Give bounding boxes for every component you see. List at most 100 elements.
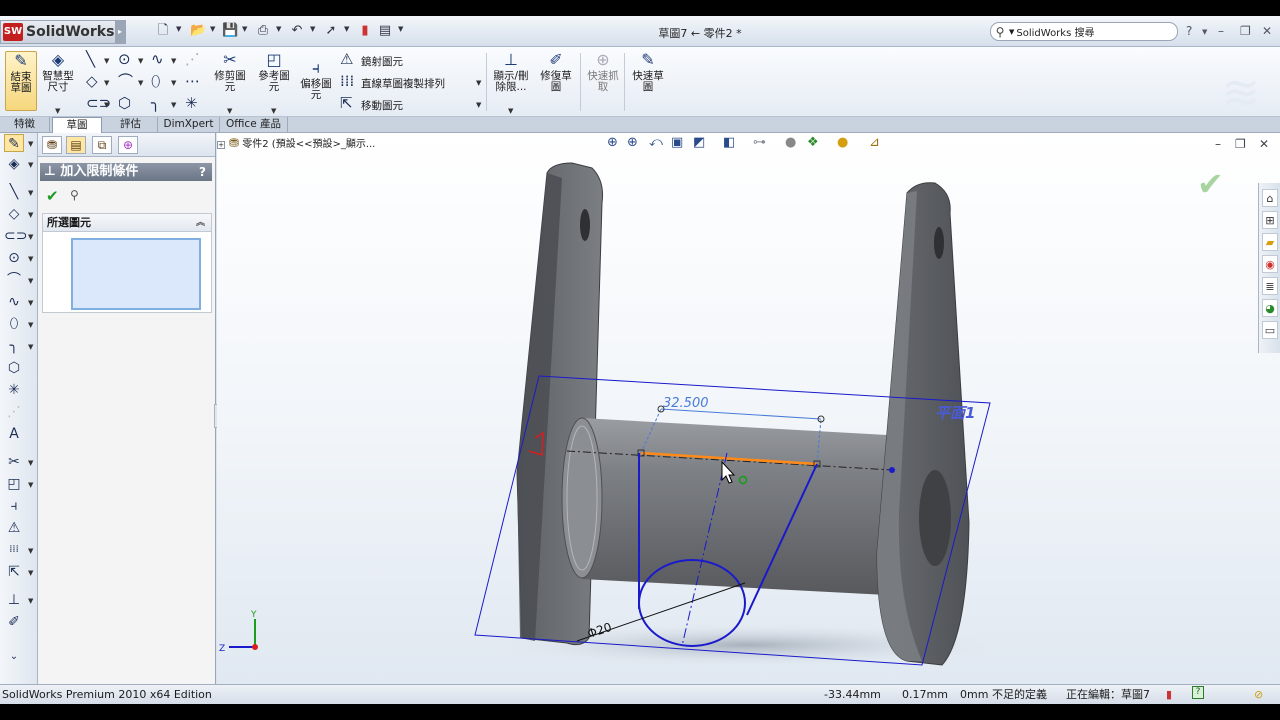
- offset-entities-button[interactable]: ⫞ 偏移圖 元: [298, 59, 334, 101]
- custom-properties-icon[interactable]: ▭: [1262, 321, 1278, 339]
- fillet-dropdown-icon[interactable]: ▼: [171, 101, 176, 109]
- previous-view-icon[interactable]: ⤺: [649, 135, 663, 150]
- slot-dropdown-icon[interactable]: ▼: [104, 101, 109, 109]
- view-orientation-icon[interactable]: ◩: [693, 135, 705, 150]
- viewport-close-icon[interactable]: ✕: [1259, 137, 1269, 151]
- help-button[interactable]: ?: [1186, 24, 1192, 38]
- section-view-icon[interactable]: ▣: [671, 135, 683, 150]
- file-explorer-icon[interactable]: ▰: [1262, 233, 1278, 251]
- feature-tree-flyout[interactable]: + ⛃ 零件2 (預設<<預設>_顯示...: [217, 135, 375, 150]
- help-dropdown-icon[interactable]: ▼: [1202, 28, 1207, 36]
- move-entities-icon[interactable]: ⇱: [340, 95, 353, 111]
- rapid-sketch-button[interactable]: ✎ 快速草 圖: [627, 51, 669, 93]
- search-dropdown-icon[interactable]: ▼: [1009, 28, 1014, 36]
- display-delete-relations-button[interactable]: ⊥ 顯示/刪 除限...: [490, 51, 532, 93]
- circle-icon[interactable]: ⊙: [118, 51, 131, 67]
- selected-entities-header[interactable]: 所選圖元 ︽: [43, 214, 211, 232]
- offset-entities-icon[interactable]: ⫞: [4, 497, 24, 515]
- circle-icon[interactable]: ⊙: [4, 249, 24, 267]
- convert-dropdown-icon[interactable]: ▼: [28, 481, 33, 489]
- appearances-icon[interactable]: ◕: [1262, 299, 1278, 317]
- hide-show-items-icon[interactable]: ⊶: [753, 135, 766, 150]
- search-results-icon[interactable]: ≣: [1262, 277, 1278, 295]
- rectangle-icon[interactable]: ◇: [86, 73, 98, 89]
- restore-button[interactable]: ❐: [1240, 24, 1251, 38]
- expand-icon[interactable]: +: [217, 141, 225, 149]
- arc-icon[interactable]: ⌒: [4, 271, 24, 289]
- tab-features[interactable]: 特徵: [0, 117, 50, 133]
- point-grid-icon[interactable]: ⋰: [185, 51, 200, 67]
- fillet-icon[interactable]: ╮: [151, 95, 160, 111]
- ellipse-dropdown-icon[interactable]: ▼: [28, 321, 33, 329]
- right-bracket-plate[interactable]: [876, 182, 970, 666]
- spline-dropdown-icon[interactable]: ▼: [28, 299, 33, 307]
- model-viewport[interactable]: 32.500 Φ20 平面1 Y Z: [217, 133, 1280, 684]
- viewport-restore-icon[interactable]: ❐: [1235, 137, 1246, 151]
- mirror-entities-button[interactable]: 鏡射圖元: [361, 54, 403, 69]
- dimxpert-manager-tab-icon[interactable]: ⊕: [118, 136, 138, 154]
- line-icon[interactable]: ╲: [4, 183, 24, 201]
- configuration-manager-tab-icon[interactable]: ⧉: [92, 136, 112, 154]
- convert-dropdown-icon[interactable]: ▼: [271, 107, 276, 115]
- rectangle-dropdown-icon[interactable]: ▼: [28, 211, 33, 219]
- relations-dropdown-icon[interactable]: ▼: [508, 107, 513, 115]
- quick-snaps-button[interactable]: ⊕ 快速抓 取: [583, 51, 623, 93]
- sketch-dropdown-icon[interactable]: ▼: [28, 140, 33, 148]
- zoom-to-area-icon[interactable]: ⊕: [627, 135, 638, 150]
- close-button[interactable]: ✕: [1262, 24, 1272, 38]
- repair-sketch-icon[interactable]: ✐: [4, 613, 24, 631]
- ellipse-icon[interactable]: ⬯: [151, 73, 160, 89]
- ellipse-icon[interactable]: ⬯: [4, 315, 24, 333]
- viewport-minimize-icon[interactable]: –: [1215, 137, 1221, 151]
- minimize-button[interactable]: –: [1218, 24, 1224, 38]
- confirmation-corner-ok-icon[interactable]: ✔: [1197, 165, 1224, 203]
- spline-icon[interactable]: ∿: [151, 51, 164, 67]
- line-dropdown-icon[interactable]: ▼: [28, 189, 33, 197]
- line-dropdown-icon[interactable]: ▼: [104, 57, 109, 65]
- centerline-icon[interactable]: ⋯: [185, 73, 200, 89]
- move-entities-dropdown-icon[interactable]: ▼: [476, 101, 481, 109]
- feature-manager-tab-icon[interactable]: ⛃: [42, 136, 62, 154]
- centerline-endpoint[interactable]: [889, 467, 895, 473]
- relations-icon[interactable]: ⊥: [4, 591, 24, 609]
- search-placeholder[interactable]: SolidWorks 搜尋: [1016, 24, 1094, 39]
- slot-dropdown-icon[interactable]: ▼: [28, 233, 33, 241]
- linear-pattern-icon[interactable]: ⁞⁞⁞: [4, 541, 24, 559]
- apply-scene-icon[interactable]: ❖: [807, 135, 819, 150]
- tab-sketch[interactable]: 草圖: [52, 117, 102, 134]
- spline-icon[interactable]: ∿: [4, 293, 24, 311]
- move-entities-icon[interactable]: ⇱: [4, 563, 24, 581]
- plane-label[interactable]: 平面1: [935, 404, 975, 422]
- sketch-toggle-icon[interactable]: ⊿: [869, 135, 880, 150]
- rectangle-dropdown-icon[interactable]: ▼: [104, 79, 109, 87]
- arc-icon[interactable]: ⌒: [118, 73, 133, 89]
- exit-sketch-button[interactable]: ✎ 結束 草圖: [5, 51, 37, 111]
- mirror-entities-icon[interactable]: ⚠: [4, 519, 24, 537]
- edit-appearance-icon[interactable]: ●: [785, 135, 796, 150]
- arc-dropdown-icon[interactable]: ▼: [28, 277, 33, 285]
- view-palette-icon[interactable]: ◉: [1262, 255, 1278, 273]
- line-icon[interactable]: ╲: [86, 51, 95, 67]
- grid-icon[interactable]: ⋰: [4, 403, 24, 421]
- trim-entities-icon[interactable]: ✂: [4, 453, 24, 471]
- tab-office-products[interactable]: Office 產品: [220, 117, 288, 133]
- trim-dropdown-icon[interactable]: ▼: [227, 107, 232, 115]
- feature-tree-root[interactable]: 零件2 (預設<<預設>_顯示...: [242, 139, 375, 150]
- design-library-icon[interactable]: ⊞: [1262, 211, 1278, 229]
- mirror-entities-icon[interactable]: ⚠: [340, 51, 353, 67]
- move-dropdown-icon[interactable]: ▼: [28, 569, 33, 577]
- rectangle-icon[interactable]: ◇: [4, 205, 24, 223]
- arc-dropdown-icon[interactable]: ▼: [138, 79, 143, 87]
- circle-dropdown-icon[interactable]: ▼: [28, 255, 33, 263]
- trim-dropdown-icon[interactable]: ▼: [28, 459, 33, 467]
- polygon-icon[interactable]: ⬡: [4, 359, 24, 377]
- move-entities-button[interactable]: 移動圖元: [361, 98, 403, 113]
- sketch-icon[interactable]: ✎: [4, 134, 24, 152]
- smart-dimension-icon[interactable]: ◈: [4, 155, 24, 173]
- text-icon[interactable]: A: [4, 425, 24, 443]
- help-icon[interactable]: ?: [199, 163, 206, 181]
- quick-tips-help-icon[interactable]: ?: [1192, 686, 1204, 699]
- ok-check-icon[interactable]: ✔: [46, 187, 59, 205]
- rebuild-status-icon[interactable]: ▮: [1166, 686, 1172, 704]
- linear-pattern-icon[interactable]: ⁞⁞⁞: [340, 73, 354, 89]
